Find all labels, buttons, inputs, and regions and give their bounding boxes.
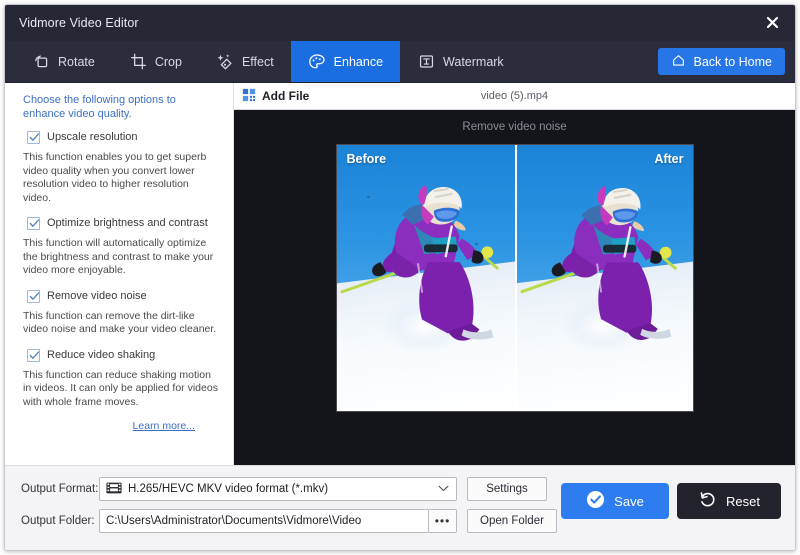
output-folder-label: Output Folder: [21,515,99,527]
stage-caption: Remove video noise [462,121,566,133]
option-label: Remove video noise [47,289,147,303]
output-format-value: H.265/HEVC MKV video format (*.mkv) [128,483,328,495]
preview-stage: Remove video noise [234,110,795,465]
tab-rotate[interactable]: Rotate [15,41,112,82]
before-label: Before [347,152,387,166]
tab-watermark[interactable]: Watermark [400,41,521,82]
editor-toolbar: Rotate Crop [5,41,795,83]
option-description: This function can reduce shaking motion … [23,369,219,410]
film-icon [106,482,122,497]
after-half: After [515,145,693,411]
output-format-label: Output Format: [21,483,99,495]
home-icon [671,53,686,71]
before-after-compare[interactable]: Before [336,144,694,412]
rotate-icon [32,52,51,71]
save-button[interactable]: Save [561,483,669,519]
palette-icon [308,52,327,71]
panel-heading: Choose the following options to enhance … [23,93,219,121]
option-description: This function can remove the dirt-like v… [23,310,219,337]
tab-effect[interactable]: Effect [199,41,291,82]
checkbox-remove-video-noise[interactable] [27,290,40,303]
save-label: Save [614,494,644,509]
tab-crop[interactable]: Crop [112,41,199,82]
checkbox-upscale-resolution[interactable] [27,131,40,144]
option-label: Optimize brightness and contrast [47,216,208,230]
current-file-name: video (5).mp4 [234,90,795,102]
output-settings-bar: Output Format: H.265/HEVC MKV video f [5,465,795,551]
preview-panel: Add File video (5).mp4 Remove video nois… [234,83,795,465]
tab-effect-label: Effect [242,55,274,69]
option-label: Reduce video shaking [47,348,155,362]
close-icon[interactable] [757,8,787,36]
crop-icon [129,52,148,71]
option-optimize-brightness-contrast[interactable]: Optimize brightness and contrast [27,216,219,230]
open-folder-button[interactable]: Open Folder [467,509,557,533]
add-file-icon [242,88,256,105]
after-image [517,145,693,411]
option-label: Upscale resolution [47,130,138,144]
app-root: Vidmore Video Editor Rotate [0,0,800,555]
check-circle-icon [586,490,605,512]
option-reduce-video-shaking[interactable]: Reduce video shaking [27,348,219,362]
watermark-icon [417,52,436,71]
back-to-home-button[interactable]: Back to Home [658,48,785,75]
tab-enhance[interactable]: Enhance [291,41,400,82]
reset-label: Reset [726,494,760,509]
before-half: Before [337,145,515,411]
add-file-label: Add File [262,89,309,103]
tab-crop-label: Crop [155,55,182,69]
file-bar: Add File video (5).mp4 [234,83,795,110]
skier-figure [337,145,515,411]
body-area: Choose the following options to enhance … [5,83,795,465]
browse-folder-button[interactable]: ••• [429,509,457,533]
skier-figure [517,145,693,411]
chevron-down-icon [438,483,449,495]
option-remove-video-noise[interactable]: Remove video noise [27,289,219,303]
tab-enhance-label: Enhance [334,55,383,69]
option-upscale-resolution[interactable]: Upscale resolution [27,130,219,144]
back-to-home-label: Back to Home [693,55,772,69]
application-window: Vidmore Video Editor Rotate [4,4,796,551]
app-title: Vidmore Video Editor [19,16,139,30]
after-label: After [654,152,683,166]
add-file-button[interactable]: Add File [242,88,309,105]
checkbox-optimize-brightness-contrast[interactable] [27,217,40,230]
tab-rotate-label: Rotate [58,55,95,69]
settings-button[interactable]: Settings [467,477,547,501]
checkbox-reduce-video-shaking[interactable] [27,349,40,362]
undo-icon [698,490,717,512]
tab-watermark-label: Watermark [443,55,504,69]
enhance-options-panel: Choose the following options to enhance … [5,83,234,465]
reset-button[interactable]: Reset [677,483,781,519]
learn-more-link[interactable]: Learn more... [23,420,219,432]
before-image [337,145,515,411]
title-bar: Vidmore Video Editor [5,5,795,41]
output-format-select[interactable]: H.265/HEVC MKV video format (*.mkv) [99,477,457,501]
output-folder-input[interactable]: C:\Users\Administrator\Documents\Vidmore… [99,509,429,533]
option-description: This function will automatically optimiz… [23,237,219,278]
option-description: This function enables you to get superb … [23,151,219,205]
effect-icon [216,52,235,71]
